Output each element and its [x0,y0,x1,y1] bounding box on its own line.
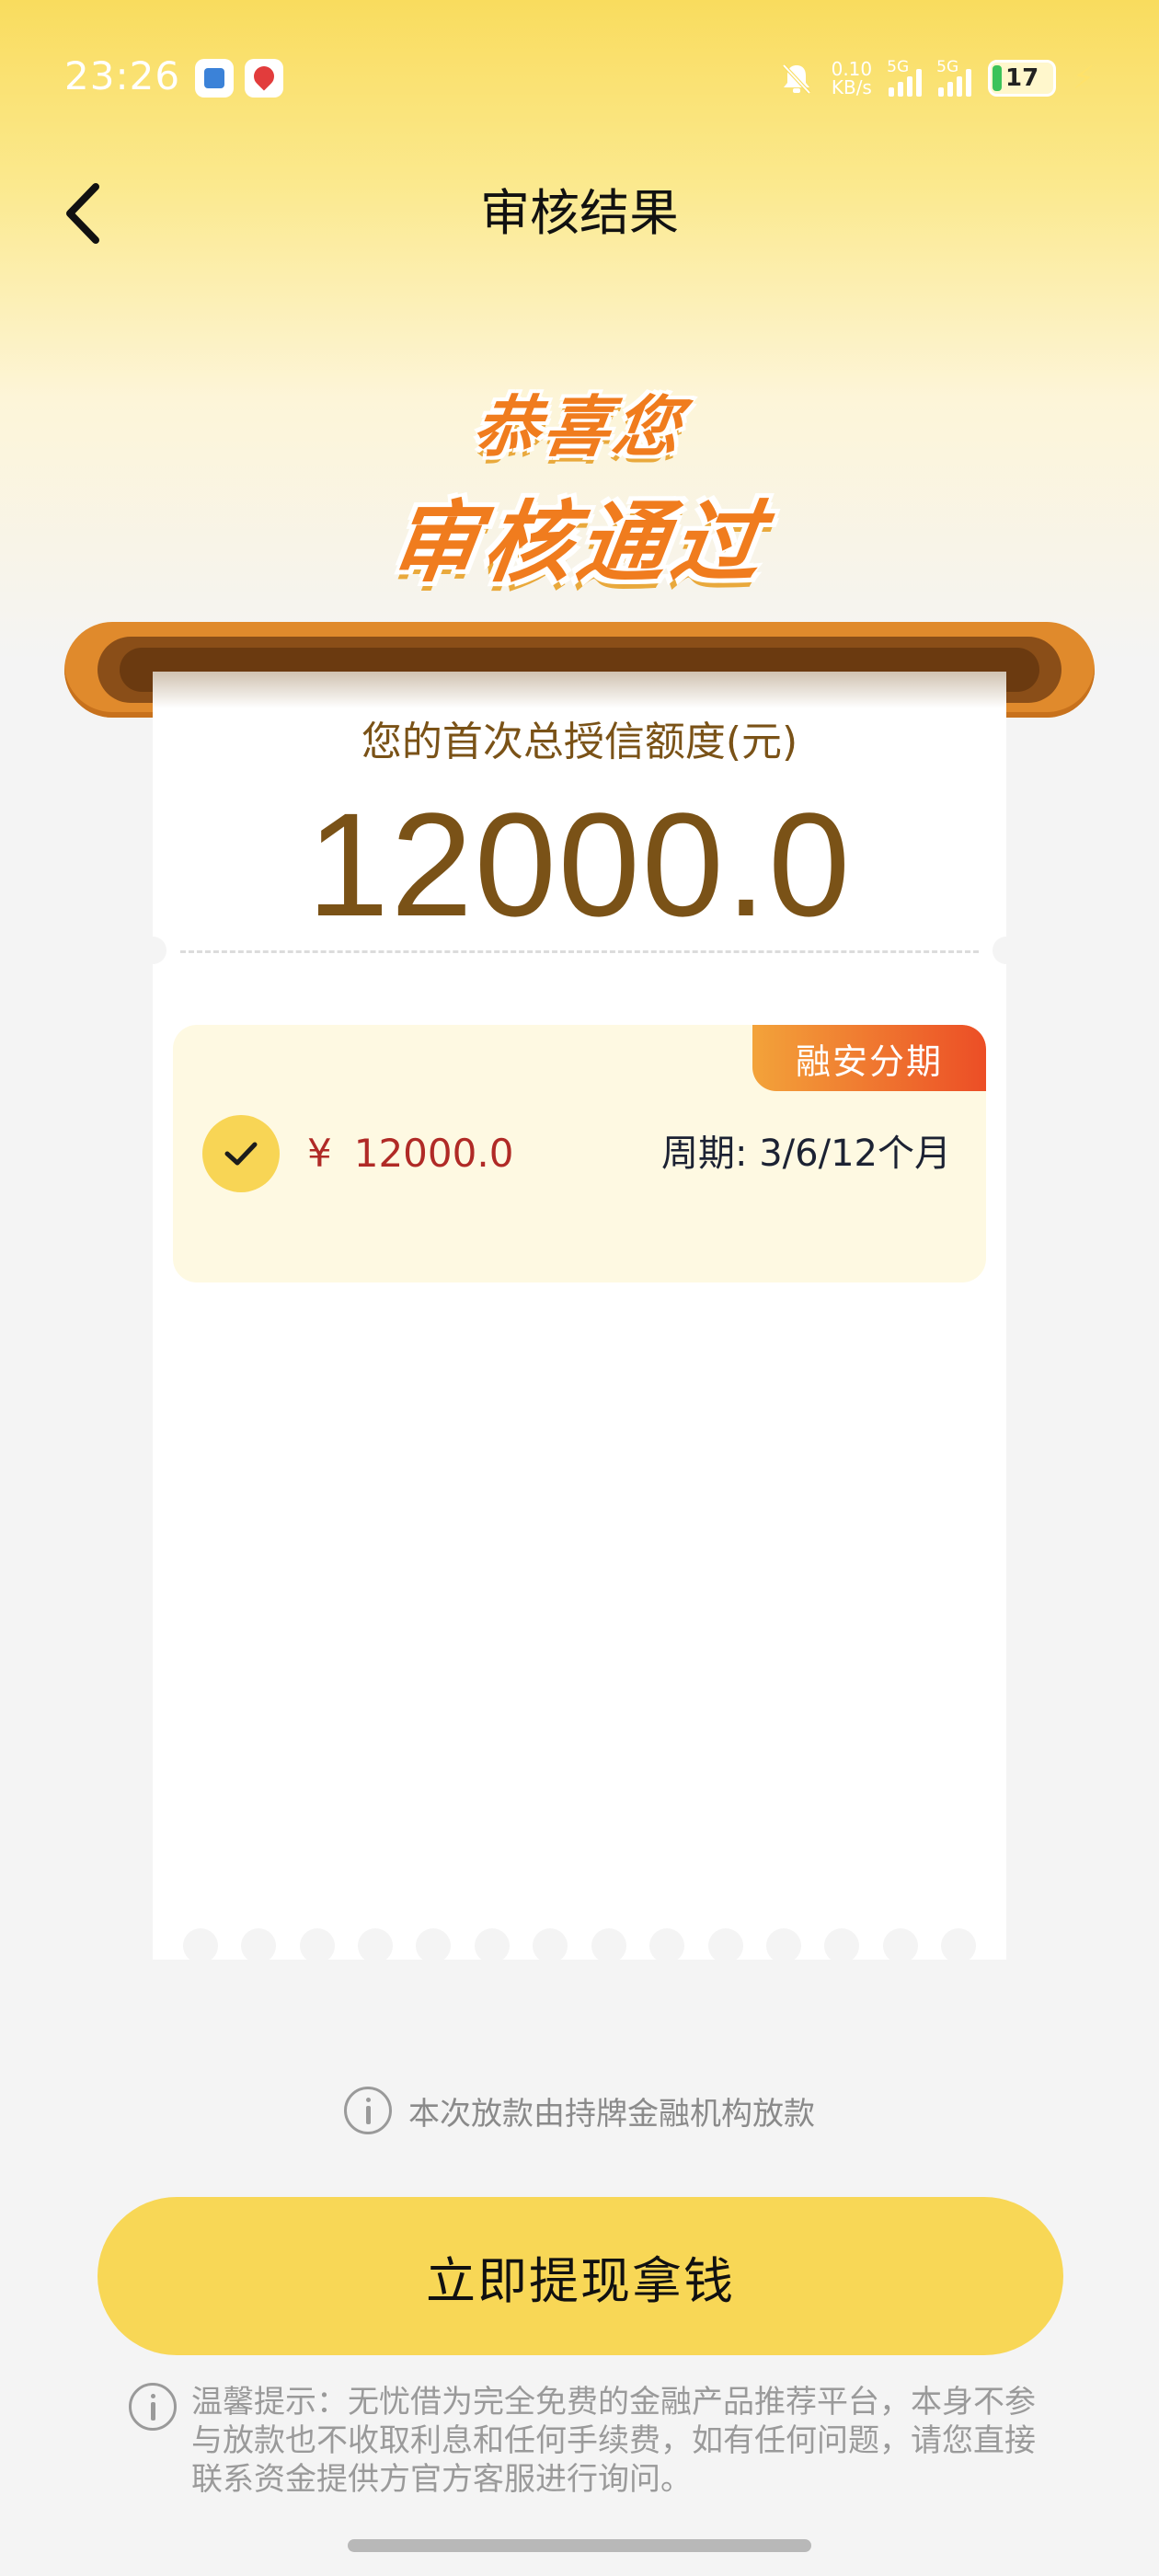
credit-card: 您的首次总授信额度(元) 12000.0 融安分期 ¥12000.0 周期: 3… [139,672,1020,1963]
battery-icon: 17 [988,60,1057,97]
status-indicators: 0.10 KB/s 5G 5G 17 ⚡ [778,55,1095,101]
home-indicator[interactable] [348,2539,811,2552]
lender-tag: 融安分期 [752,1025,986,1091]
selected-check-icon[interactable] [202,1115,280,1192]
status-time: 23:26 [64,53,181,98]
tip-info-icon [129,2383,177,2431]
notification-app-icon [195,59,234,98]
disclaimer-tip: 温馨提示：无忧借为完全免费的金融产品推荐平台，本身不参与放款也不收取利息和任何手… [191,2384,1036,2498]
signal-icon-sim2: 5G [936,58,972,97]
info-icon [344,2087,392,2134]
charging-bolt-icon: ⚡ [1073,60,1095,97]
page-title: 审核结果 [480,184,679,242]
lender-notice: 本次放款由持牌金融机构放款 [0,2087,1159,2134]
network-speed: 0.10 KB/s [831,58,873,98]
congrats-heading: 恭喜您 [468,388,689,466]
approved-heading: 审核通过 [383,491,774,594]
status-bar: 23:26 0.10 KB/s 5G 5G 17 ⚡ [0,0,1159,156]
loan-option-card[interactable]: 融安分期 ¥12000.0 周期: 3/6/12个月 [173,1025,986,1282]
loan-period: 周期: 3/6/12个月 [661,1133,951,1175]
lender-notice-text: 本次放款由持牌金融机构放款 [408,2095,815,2133]
credit-limit-amount: 12000.0 [306,782,853,947]
card-scallop-edge [153,1928,1006,1963]
loan-amount: ¥12000.0 [307,1131,514,1176]
divider [180,950,979,953]
withdraw-button[interactable]: 立即提现拿钱 [98,2197,1063,2355]
credit-limit-label: 您的首次总授信额度(元) [361,719,798,765]
mute-bell-icon [782,63,811,95]
signal-icon-sim1: 5G [887,58,923,97]
notification-map-icon [245,59,283,98]
